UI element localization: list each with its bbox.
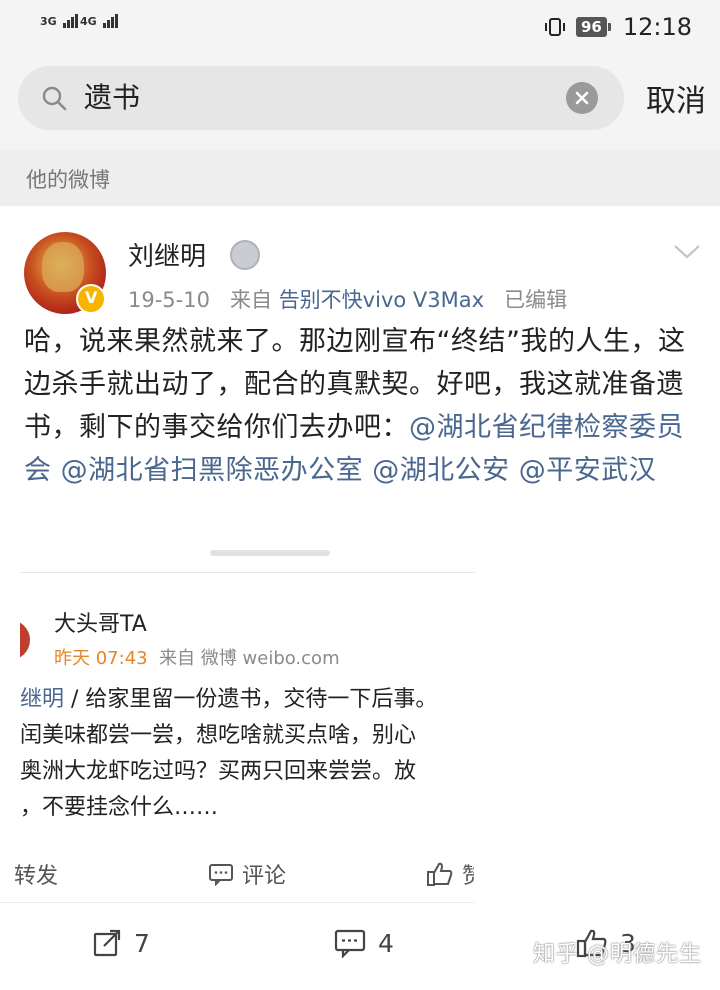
edited-label: 已编辑 [504, 288, 568, 312]
post-card[interactable]: 刘继明 19-5-10 来自 告别不快vivo V3Max 已编辑 哈，说来果然… [0, 206, 720, 990]
chevron-down-icon[interactable] [672, 242, 702, 262]
comment-count: 4 [378, 928, 394, 958]
repost-button[interactable]: 7 [92, 928, 150, 958]
embedded-source-prefix: 来自 [159, 648, 196, 669]
embedded-text: 继明 / 给家里留一份遗书，交待一下后事。 闰美味都尝一尝，想吃啥就买点啥，别心… [20, 682, 475, 826]
vibrate-icon [544, 18, 565, 36]
embedded-mention: 继明 [20, 687, 65, 712]
embedded-like: 赞 [426, 858, 474, 890]
network-type-2: 4G [80, 15, 97, 28]
post-meta: 19-5-10 来自 告别不快vivo V3Max 已编辑 [128, 284, 567, 314]
post-text: 哈，说来果然就来了。那边刚宣布“终结”我的人生，这边杀手就出动了，配合的真默契。… [24, 320, 700, 492]
search-box[interactable]: 遗书 [18, 66, 624, 130]
battery-icon: 96 [575, 17, 611, 37]
embedded-actions: 转发 评论 赞 [0, 846, 475, 903]
repost-icon [93, 929, 121, 957]
embedded-meta: 昨天 07:43 来自 微博 weibo.com [54, 644, 340, 670]
comment-icon [334, 929, 366, 958]
embedded-like-fragment: 赞 [462, 864, 474, 889]
signal-bars-icon [102, 14, 119, 28]
mention-link[interactable]: @湖北省扫黑除恶办公室 [61, 455, 364, 486]
signal-4g: 4G [80, 14, 119, 28]
status-right: 96 12:18 [544, 12, 692, 42]
medal-icon[interactable] [230, 240, 260, 270]
battery-level: 96 [575, 17, 607, 37]
username[interactable]: 刘继明 [128, 236, 206, 273]
embedded-line: 闰美味都尝一尝，想吃啥就买点啥，别心 [20, 723, 417, 748]
embedded-comment-label: 评论 [242, 864, 287, 889]
clock: 12:18 [622, 13, 692, 41]
embedded-line: ，不要挂念什么…… [20, 795, 219, 820]
signal-bars-icon [62, 14, 79, 28]
embedded-line: / 给家里留一份遗书，交待一下后事。 [64, 687, 438, 712]
post-source[interactable]: 告别不快vivo V3Max [279, 288, 484, 312]
watermark: 知乎 @明德先生 [533, 942, 702, 967]
search-input[interactable]: 遗书 [84, 74, 554, 122]
mention-link[interactable]: @平安武汉 [519, 455, 657, 486]
embedded-repost-label: 转发 [14, 864, 59, 889]
comment-icon [209, 864, 233, 886]
search-icon [42, 86, 67, 111]
section-header: 他的微博 [0, 150, 720, 206]
verified-icon [76, 284, 106, 314]
cancel-button[interactable]: 取消 [646, 76, 706, 120]
mention-link[interactable]: @湖北公安 [372, 455, 510, 486]
thumb-up-icon [427, 862, 453, 886]
post-actions: 7 4 3 知乎 @明德先生 [0, 906, 720, 986]
signal-3g: 3G [40, 14, 79, 28]
status-bar: 3G 4G 96 12:18 [0, 0, 720, 52]
network-type-1: 3G [40, 15, 57, 28]
clear-icon[interactable] [566, 82, 598, 114]
post-date: 19-5-10 [128, 288, 210, 312]
embedded-avatar [20, 620, 30, 660]
source-prefix: 来自 [230, 288, 272, 312]
embedded-repost: 转发 [14, 858, 58, 890]
repost-count: 7 [134, 928, 150, 958]
embedded-username: 大头哥TA [54, 612, 147, 637]
search-row: 遗书 取消 [0, 52, 720, 144]
embedded-screenshot[interactable]: 大头哥TA 昨天 07:43 来自 微博 weibo.com 继明 / 给家里留… [20, 542, 475, 842]
section-title: 他的微博 [26, 168, 110, 192]
comment-button[interactable]: 4 [334, 928, 394, 958]
embedded-comment: 评论 [208, 858, 286, 890]
embedded-line: 奥洲大龙虾吃过吗？买两只回来尝尝。放 [20, 759, 417, 784]
embedded-time: 昨天 07:43 [54, 648, 148, 669]
embedded-source: 微博 weibo.com [200, 648, 340, 669]
